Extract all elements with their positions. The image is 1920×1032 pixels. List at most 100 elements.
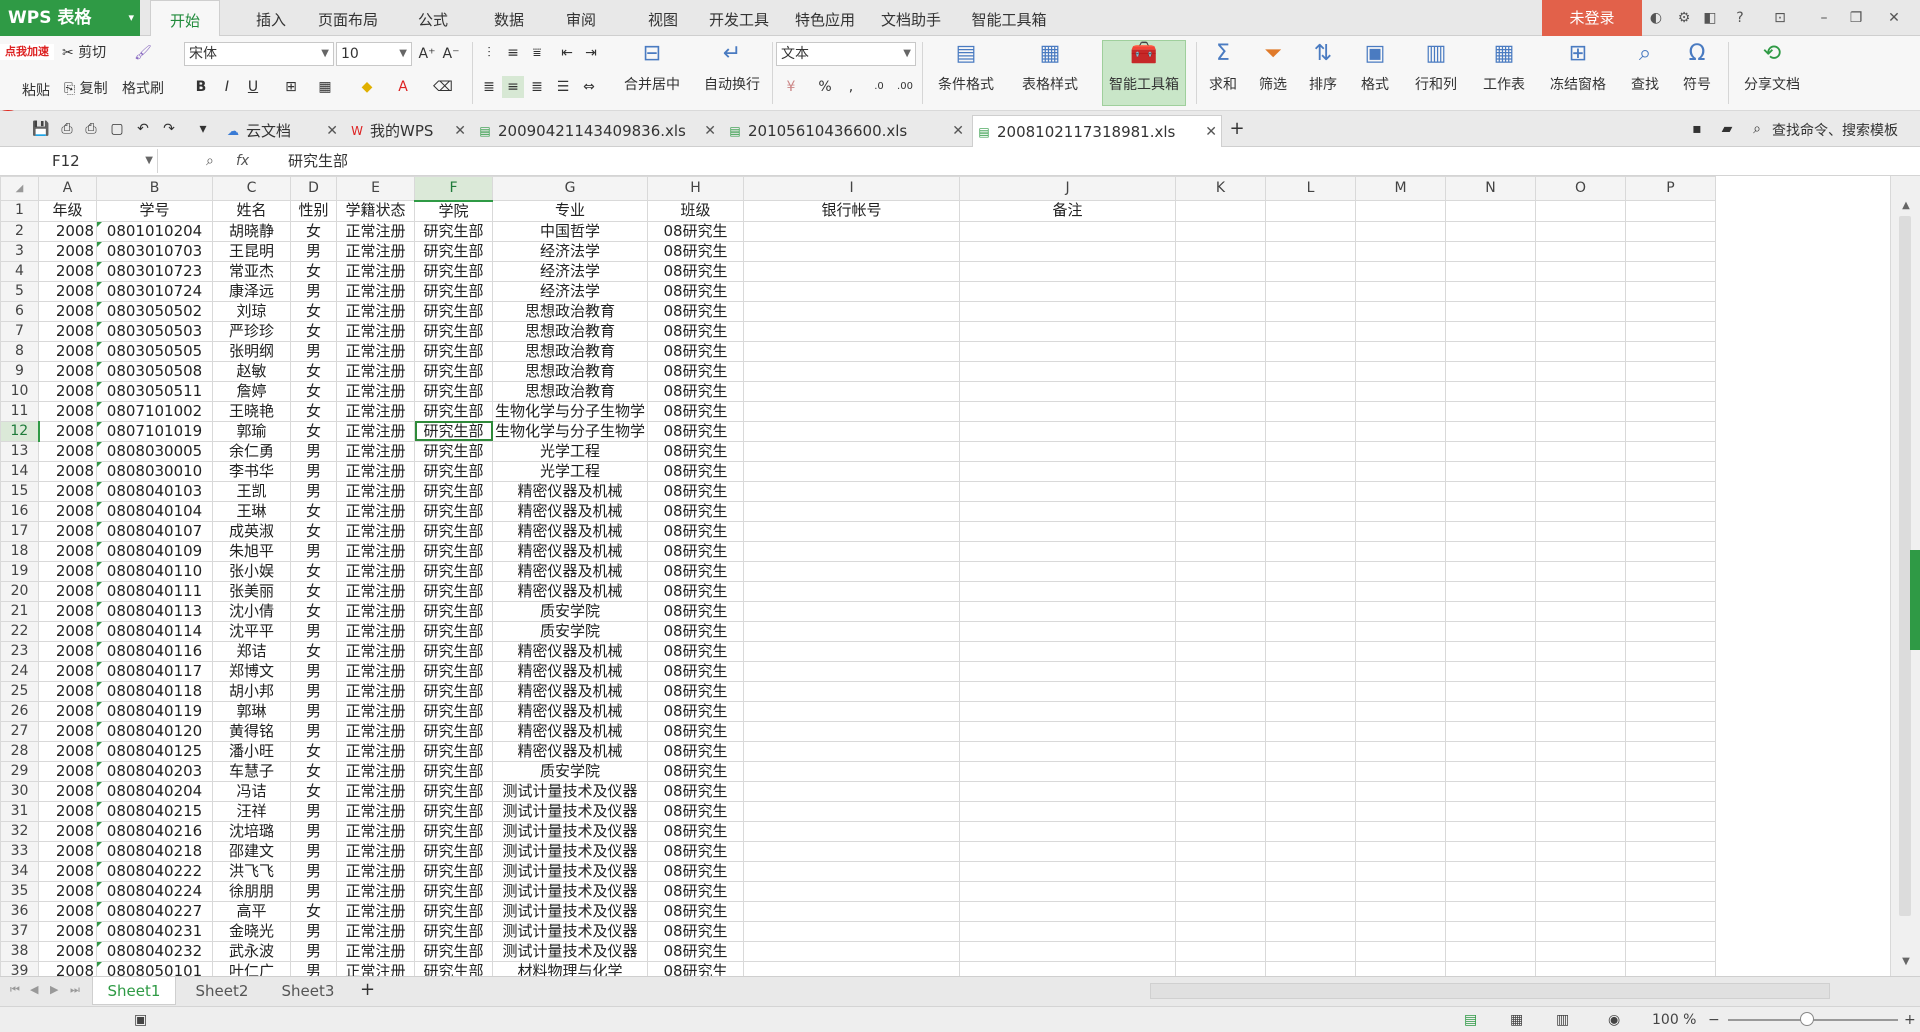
cell[interactable] [959, 860, 1177, 882]
restore-layout-icon[interactable]: ⊡ [1770, 8, 1790, 28]
row-header[interactable]: 2 [0, 220, 39, 242]
cell[interactable]: 胡小邦 [212, 680, 291, 702]
cell[interactable] [1445, 300, 1537, 322]
cell[interactable]: 08研究生 [647, 260, 745, 282]
row-header[interactable]: 8 [0, 340, 39, 362]
cell[interactable]: 2008 [38, 920, 97, 942]
cell[interactable]: 车慧子 [212, 760, 291, 782]
cell[interactable]: 2008 [38, 940, 97, 962]
cell[interactable] [1625, 580, 1717, 602]
cell[interactable]: 2008 [38, 620, 97, 642]
select-all-corner[interactable]: ◢ [0, 176, 39, 201]
menu-tab[interactable]: 插入 [246, 0, 296, 36]
cell[interactable] [1265, 200, 1357, 222]
merge-center-button[interactable]: ⊟ 合并居中 [614, 36, 690, 94]
cell[interactable] [1535, 960, 1627, 976]
filter-button[interactable]: ⏷ 筛选 [1250, 36, 1296, 94]
cell[interactable]: 0808040119 [96, 700, 213, 722]
cell[interactable]: 测试计量技术及仪器 [491, 920, 649, 942]
cell[interactable] [1625, 740, 1717, 762]
cell[interactable] [1625, 880, 1717, 902]
cell[interactable]: 08研究生 [647, 680, 745, 702]
cell[interactable]: 女 [290, 500, 337, 522]
row-header[interactable]: 17 [0, 520, 39, 542]
cell[interactable] [1265, 560, 1357, 582]
cell[interactable]: 研究生部 [414, 720, 493, 742]
cell[interactable]: 男 [290, 240, 337, 262]
cell[interactable] [1445, 320, 1537, 342]
cell[interactable] [1355, 960, 1447, 976]
cell[interactable] [1625, 700, 1717, 722]
cell[interactable]: 08研究生 [647, 800, 745, 822]
cell[interactable] [1355, 820, 1447, 842]
cell[interactable] [1175, 200, 1267, 222]
cell[interactable]: 金晓光 [212, 920, 291, 942]
cell[interactable]: 0808040104 [96, 500, 213, 522]
cell[interactable] [1535, 220, 1627, 242]
cell[interactable]: 正常注册 [336, 220, 415, 242]
column-header[interactable]: C [212, 176, 291, 201]
cell[interactable] [1445, 700, 1537, 722]
cell[interactable] [1175, 840, 1267, 862]
cell[interactable]: 沈平平 [212, 620, 291, 642]
cell[interactable] [1355, 300, 1447, 322]
cell[interactable] [743, 400, 961, 422]
cell[interactable]: 思想政治教育 [491, 380, 649, 402]
cell[interactable] [1535, 720, 1627, 742]
reading-mode-icon[interactable]: ▥ [1556, 1011, 1569, 1029]
app-logo-menu[interactable]: WPS 表格 ▾ [0, 0, 140, 36]
cell[interactable] [1535, 940, 1627, 962]
cell[interactable] [1175, 600, 1267, 622]
cell[interactable] [1355, 220, 1447, 242]
cell[interactable] [743, 800, 961, 822]
zoom-formula-icon[interactable]: ⌕ [206, 149, 214, 173]
cell[interactable] [1265, 380, 1357, 402]
cell[interactable] [1445, 280, 1537, 302]
cell[interactable] [1535, 880, 1627, 902]
cell[interactable] [1355, 500, 1447, 522]
cell[interactable]: 08研究生 [647, 740, 745, 762]
cell[interactable]: 0808040113 [96, 600, 213, 622]
cell[interactable] [1625, 360, 1717, 382]
cell[interactable]: 08研究生 [647, 480, 745, 502]
row-header[interactable]: 37 [0, 920, 39, 942]
close-tab-icon[interactable]: ✕ [454, 115, 466, 147]
cell[interactable]: 2008 [38, 560, 97, 582]
cell[interactable]: 胡晓静 [212, 220, 291, 242]
cell[interactable] [1355, 240, 1447, 262]
menu-tab[interactable]: 公式 [410, 0, 456, 36]
cell[interactable] [1175, 780, 1267, 802]
cell[interactable] [1355, 440, 1447, 462]
cell[interactable]: 2008 [38, 720, 97, 742]
cell[interactable]: 学号 [96, 200, 213, 222]
cell[interactable]: 2008 [38, 360, 97, 382]
cell[interactable] [1625, 780, 1717, 802]
cell[interactable]: 2008 [38, 240, 97, 262]
cell[interactable] [1535, 700, 1627, 722]
minimize-icon[interactable]: – [1814, 8, 1834, 28]
cell[interactable] [1355, 280, 1447, 302]
cell[interactable]: 2008 [38, 460, 97, 482]
cell[interactable]: 2008 [38, 660, 97, 682]
cell[interactable]: 08研究生 [647, 860, 745, 882]
cell[interactable] [1355, 260, 1447, 282]
cell[interactable]: 0808040218 [96, 840, 213, 862]
cell[interactable] [1445, 220, 1537, 242]
cell[interactable] [1265, 700, 1357, 722]
cell[interactable] [1445, 680, 1537, 702]
cell[interactable] [1625, 720, 1717, 742]
cell[interactable]: 0801010204 [96, 220, 213, 242]
insert-function-button[interactable]: fx [236, 149, 249, 173]
cell[interactable]: 正常注册 [336, 800, 415, 822]
cell[interactable] [743, 420, 961, 442]
cell[interactable] [1625, 400, 1717, 422]
cell[interactable] [1625, 220, 1717, 242]
cell[interactable] [1535, 320, 1627, 342]
cell[interactable] [1175, 240, 1267, 262]
cell[interactable]: 08研究生 [647, 920, 745, 942]
cell[interactable] [1445, 440, 1537, 462]
cell[interactable]: 张小娱 [212, 560, 291, 582]
font-color-icon[interactable]: A [392, 76, 414, 98]
cell[interactable]: 08研究生 [647, 460, 745, 482]
cell[interactable]: 严珍珍 [212, 320, 291, 342]
